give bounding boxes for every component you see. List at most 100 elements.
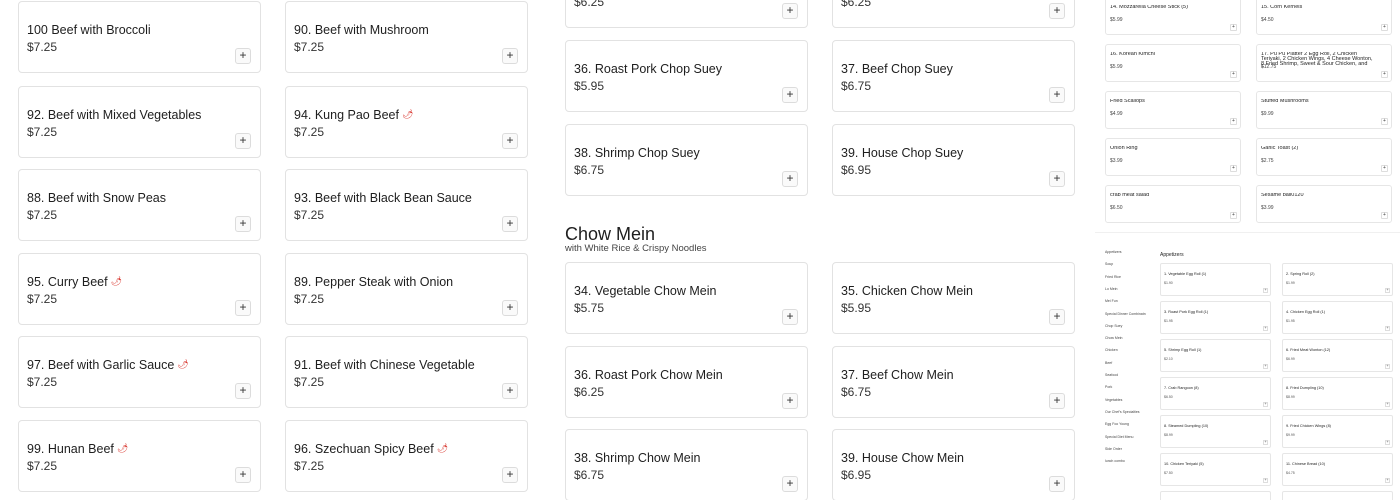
add-item-button[interactable]: + (1230, 24, 1237, 31)
side-menu-item-card[interactable]: Stuffed Mushrooms $9.99 + (1256, 91, 1392, 129)
menu-item-card[interactable]: 97. Beef with Garlic Sauce 🌶 $7.25 + (18, 336, 261, 408)
add-item-button[interactable]: + (1049, 87, 1065, 103)
thumbnail-item-card[interactable]: 6. Fried Meat Wonton (12) $6.99 + (1282, 339, 1393, 372)
add-item-button[interactable]: + (1381, 212, 1388, 219)
add-item-button[interactable]: + (1385, 288, 1390, 293)
add-item-button[interactable]: + (782, 309, 798, 325)
side-menu-item-card[interactable]: 15. Corn Kernels $4.50 + (1256, 0, 1392, 35)
thumbnail-nav-item[interactable]: Mei Fun (1105, 299, 1118, 303)
side-menu-item-card[interactable]: 17. Pu Pu Platter 2 Egg Roll, 2 Chicken … (1256, 44, 1392, 82)
menu-item-card[interactable]: $6.25 + (832, 0, 1075, 28)
add-item-button[interactable]: + (235, 48, 251, 64)
add-item-button[interactable]: + (1385, 440, 1390, 445)
add-item-button[interactable]: + (1381, 165, 1388, 172)
add-item-button[interactable]: + (502, 300, 518, 316)
side-menu-item-card[interactable]: 14. Mozzarella Cheese Stick (5) $5.99 + (1105, 0, 1241, 35)
thumbnail-item-card[interactable]: 1. Vegetable Egg Roll (1) $1.90 + (1160, 263, 1271, 296)
thumbnail-item-card[interactable]: 8. Steamed Dumpling (10) $8.99 + (1160, 415, 1271, 448)
thumbnail-item-card[interactable] (1282, 491, 1393, 500)
menu-item-card[interactable]: 38. Shrimp Chop Suey $6.75 + (565, 124, 808, 196)
add-item-button[interactable]: + (1230, 118, 1237, 125)
thumbnail-nav-item[interactable]: Beef (1105, 361, 1112, 365)
menu-item-card[interactable]: 88. Beef with Snow Peas $7.25 + (18, 169, 261, 241)
menu-item-card[interactable]: 91. Beef with Chinese Vegetable $7.25 + (285, 336, 528, 408)
add-item-button[interactable]: + (235, 300, 251, 316)
add-item-button[interactable]: + (782, 393, 798, 409)
add-item-button[interactable]: + (1263, 326, 1268, 331)
add-item-button[interactable]: + (502, 467, 518, 483)
add-item-button[interactable]: + (1230, 212, 1237, 219)
menu-item-card[interactable]: 39. House Chop Suey $6.95 + (832, 124, 1075, 196)
add-item-button[interactable]: + (502, 383, 518, 399)
menu-item-card[interactable]: 89. Pepper Steak with Onion $7.25 + (285, 253, 528, 325)
thumbnail-nav-item[interactable]: Side Order (1105, 447, 1122, 451)
add-item-button[interactable]: + (1263, 288, 1268, 293)
add-item-button[interactable]: + (782, 3, 798, 19)
side-menu-item-card[interactable]: 16. Korean Kimchi $5.99 + (1105, 44, 1241, 82)
thumbnail-nav-item[interactable]: Our Chef's Specialties (1105, 410, 1140, 414)
menu-item-card[interactable]: 90. Beef with Mushroom $7.25 + (285, 1, 528, 73)
menu-item-card[interactable]: 39. House Chow Mein $6.95 + (832, 429, 1075, 500)
add-item-button[interactable]: + (235, 133, 251, 149)
add-item-button[interactable]: + (1385, 402, 1390, 407)
thumbnail-nav-item[interactable]: lunch combo (1105, 459, 1125, 463)
add-item-button[interactable]: + (1263, 364, 1268, 369)
thumbnail-nav-item[interactable]: Special Diet Menu (1105, 435, 1133, 439)
thumbnail-nav-item[interactable]: Lo Mein (1105, 287, 1117, 291)
thumbnail-nav-item[interactable]: Appetizers (1105, 250, 1122, 254)
menu-item-card[interactable]: 92. Beef with Mixed Vegetables $7.25 + (18, 86, 261, 158)
side-menu-item-card[interactable]: crab meat salad $6.50 + (1105, 185, 1241, 223)
add-item-button[interactable]: + (1263, 440, 1268, 445)
side-menu-item-card[interactable]: Sesame ball0120 $3.99 + (1256, 185, 1392, 223)
add-item-button[interactable]: + (1049, 309, 1065, 325)
add-item-button[interactable]: + (235, 383, 251, 399)
thumbnail-nav-item[interactable]: Chicken (1105, 348, 1118, 352)
thumbnail-nav-item[interactable]: Chop Suey (1105, 324, 1122, 328)
menu-item-card[interactable]: 34. Vegetable Chow Mein $5.75 + (565, 262, 808, 334)
menu-item-card[interactable]: 99. Hunan Beef 🌶 $7.25 + (18, 420, 261, 492)
thumbnail-item-card[interactable]: 5. Shrimp Egg Roll (1) $2.10 + (1160, 339, 1271, 372)
add-item-button[interactable]: + (1263, 478, 1268, 483)
side-menu-item-card[interactable]: Onion Ring $3.99 + (1105, 138, 1241, 176)
menu-item-card[interactable]: 94. Kung Pao Beef 🌶 $7.25 + (285, 86, 528, 158)
add-item-button[interactable]: + (1263, 402, 1268, 407)
thumbnail-item-card[interactable]: 4. Chicken Egg Roll (1) $1.95 + (1282, 301, 1393, 334)
thumbnail-nav-item[interactable]: Egg Foo Young (1105, 422, 1129, 426)
thumbnail-item-card[interactable]: 11. Chinese Bread (10) $4.75 + (1282, 453, 1393, 486)
side-menu-item-card[interactable]: Fried Scallops $4.99 + (1105, 91, 1241, 129)
thumbnail-nav-item[interactable]: Pork (1105, 385, 1112, 389)
thumbnail-item-card[interactable]: 10. Chicken Teriyaki (5) $7.50 + (1160, 453, 1271, 486)
side-menu-item-card[interactable]: Garlic Toast (2) $2.75 + (1256, 138, 1392, 176)
menu-item-card[interactable]: 100 Beef with Broccoli $7.25 + (18, 1, 261, 73)
add-item-button[interactable]: + (1049, 3, 1065, 19)
add-item-button[interactable]: + (1381, 71, 1388, 78)
add-item-button[interactable]: + (1381, 24, 1388, 31)
add-item-button[interactable]: + (1049, 476, 1065, 492)
thumbnail-item-card[interactable] (1160, 491, 1271, 500)
add-item-button[interactable]: + (502, 216, 518, 232)
menu-item-card[interactable]: 36. Roast Pork Chop Suey $5.95 + (565, 40, 808, 112)
menu-item-card[interactable]: 37. Beef Chow Mein $6.75 + (832, 346, 1075, 418)
thumbnail-item-card[interactable]: 7. Crab Rangoon (8) $6.50 + (1160, 377, 1271, 410)
add-item-button[interactable]: + (782, 87, 798, 103)
add-item-button[interactable]: + (1049, 171, 1065, 187)
add-item-button[interactable]: + (235, 467, 251, 483)
menu-item-card[interactable]: 38. Shrimp Chow Mein $6.75 + (565, 429, 808, 500)
add-item-button[interactable]: + (502, 48, 518, 64)
thumbnail-item-card[interactable]: 9. Fried Chicken Wings (8) $9.99 + (1282, 415, 1393, 448)
add-item-button[interactable]: + (1385, 326, 1390, 331)
add-item-button[interactable]: + (235, 216, 251, 232)
menu-item-card[interactable]: 95. Curry Beef 🌶 $7.25 + (18, 253, 261, 325)
add-item-button[interactable]: + (782, 476, 798, 492)
add-item-button[interactable]: + (1230, 71, 1237, 78)
menu-item-card[interactable]: 96. Szechuan Spicy Beef 🌶 $7.25 + (285, 420, 528, 492)
thumbnail-nav-item[interactable]: Fried Rice (1105, 275, 1121, 279)
thumbnail-nav-item[interactable]: Special Dinner Combinatn (1105, 312, 1146, 316)
add-item-button[interactable]: + (1381, 118, 1388, 125)
menu-item-card[interactable]: $6.25 + (565, 0, 808, 28)
add-item-button[interactable]: + (1385, 364, 1390, 369)
thumbnail-nav-item[interactable]: Chow Mein (1105, 336, 1123, 340)
thumbnail-item-card[interactable]: 8. Fried Dumpling (10) $8.99 + (1282, 377, 1393, 410)
add-item-button[interactable]: + (1230, 165, 1237, 172)
thumbnail-item-card[interactable]: 3. Roast Pork Egg Roll (1) $1.95 + (1160, 301, 1271, 334)
